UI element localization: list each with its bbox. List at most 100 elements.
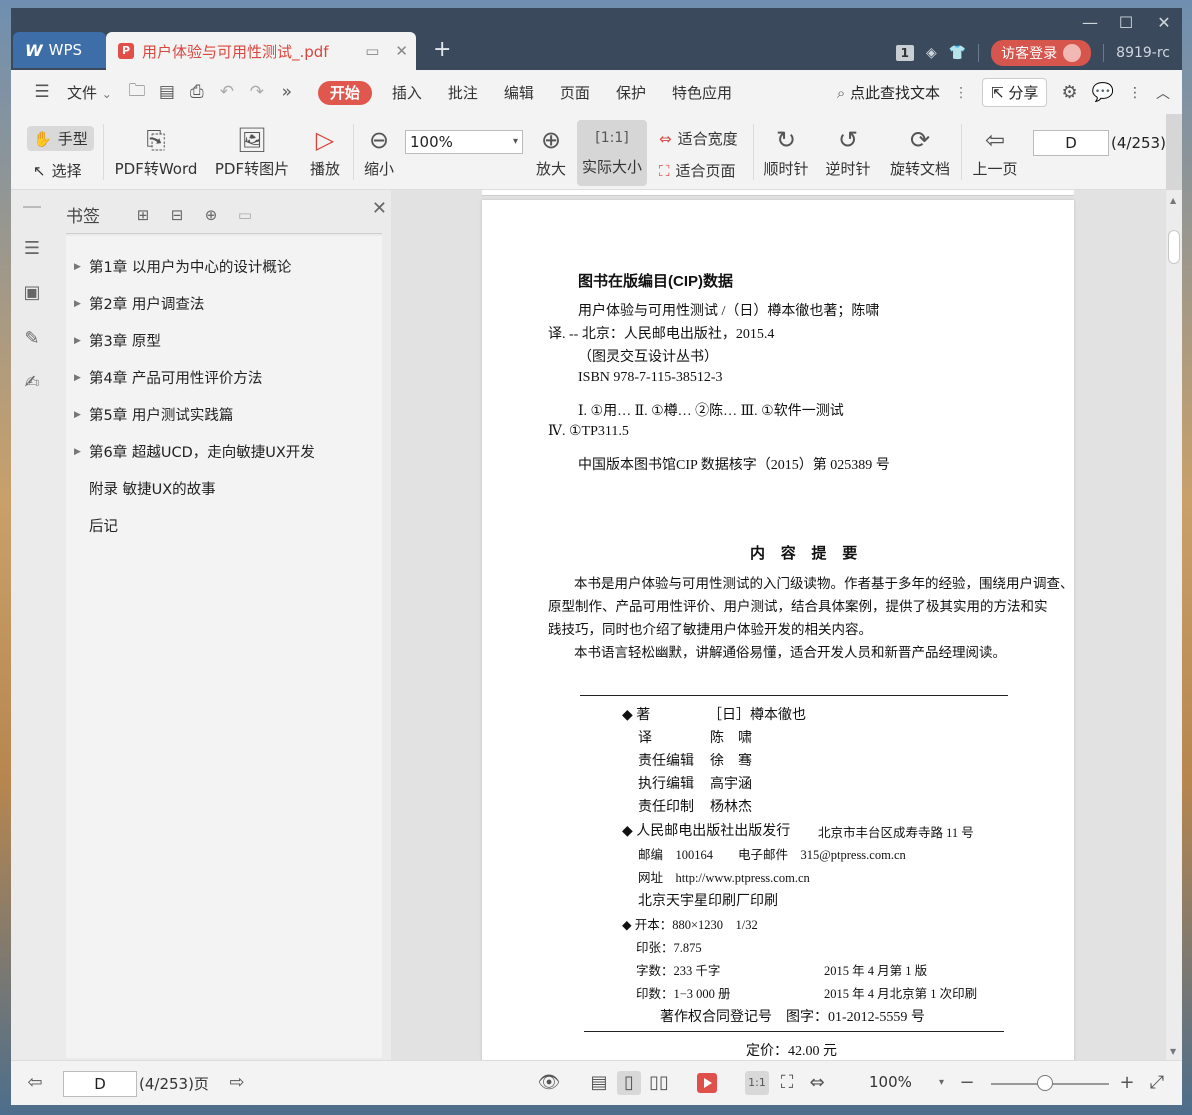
skin-icon[interactable]: ◈ <box>926 45 937 61</box>
tab-insert[interactable]: 插入 <box>382 82 432 103</box>
close-panel-icon[interactable]: ✕ <box>372 198 387 219</box>
more-arrows-icon[interactable]: » <box>272 82 302 102</box>
prev-page-button[interactable]: ⇦ 上一页 <box>967 122 1023 179</box>
collapse-all-icon[interactable]: ⊟ <box>160 206 194 224</box>
tab-page[interactable]: 页面 <box>544 82 600 103</box>
actual-size-button[interactable]: [1:1] 实际大小 <box>577 120 647 186</box>
scroll-up-icon[interactable]: ▲ <box>1170 196 1176 205</box>
bookmark-item[interactable]: ▶ 第2章 用户调查法 <box>66 285 382 322</box>
fullscreen-icon[interactable]: ⤢ <box>1145 1071 1169 1095</box>
zoom-out-button[interactable]: ⊖ 缩小 <box>357 122 401 179</box>
select-tool-button[interactable]: ↖ 选择 <box>33 160 82 181</box>
expand-arrow-icon[interactable]: ▶ <box>66 336 89 346</box>
eye-protection-icon[interactable]: 👁 <box>537 1071 561 1095</box>
actual-size-status-icon[interactable]: 1:1 <box>745 1071 769 1095</box>
fit-page-status-icon[interactable]: ⛶ <box>775 1071 799 1095</box>
status-zoom-value[interactable]: 100% <box>869 1073 912 1091</box>
signature-icon[interactable]: ✍ <box>21 372 43 394</box>
undo-icon[interactable]: ↶ <box>212 82 242 102</box>
slideshow-play-icon[interactable] <box>697 1073 717 1093</box>
tab-edit[interactable]: 编辑 <box>488 82 544 103</box>
more-vertical-icon[interactable]: ⋮ <box>954 85 968 101</box>
close-window-icon[interactable]: ✕ <box>1152 13 1176 32</box>
document-view[interactable]: 图书在版编目(CIP)数据 用户体验与可用性测试 /（日）樽本徹也著；陈啸 译.… <box>391 190 1167 1060</box>
tab-special-apps[interactable]: 特色应用 <box>656 82 742 103</box>
page-number-input[interactable]: D <box>1033 130 1109 156</box>
ribbon-scroll-right[interactable] <box>1166 114 1182 190</box>
window-count-badge[interactable]: 1 <box>895 45 914 61</box>
hamburger-menu-icon[interactable]: ☰ <box>27 82 57 102</box>
open-folder-icon[interactable]: 🗀 <box>122 78 152 107</box>
bookmark-list-icon[interactable]: ☰ <box>21 238 43 260</box>
fit-width-button[interactable]: ⇔ 适合宽度 <box>659 128 738 149</box>
zoom-in-status-icon[interactable]: + <box>1115 1071 1139 1095</box>
tab-annotate[interactable]: 批注 <box>432 82 488 103</box>
two-page-view-icon[interactable]: ▯▯ <box>647 1071 671 1095</box>
collapse-ribbon-icon[interactable]: ︿ <box>1156 83 1170 103</box>
tab-protect[interactable]: 保护 <box>600 82 656 103</box>
bookmark-item[interactable]: ▶ 第6章 超越UCD，走向敏捷UX开发 <box>66 433 382 470</box>
comment-icon[interactable]: 💬 <box>1092 82 1114 103</box>
login-button[interactable]: 访客登录 <box>991 40 1092 66</box>
next-page-arrow-icon[interactable]: ⇨ <box>225 1071 249 1095</box>
rotate-clockwise-button[interactable]: ↻ 顺时针 <box>759 122 813 179</box>
pin-tab-icon[interactable]: ▭ <box>365 42 379 60</box>
expand-arrow-icon[interactable]: ▶ <box>66 299 89 309</box>
continuous-view-icon[interactable]: ▤ <box>587 1071 611 1095</box>
expand-all-icon[interactable]: ⊞ <box>126 206 160 224</box>
minimize-icon[interactable]: — <box>1078 13 1102 32</box>
single-page-view-icon[interactable]: ▯ <box>617 1071 641 1095</box>
pdf-to-word-button[interactable]: ⎘ PDF转Word <box>111 122 201 179</box>
vertical-scrollbar[interactable]: ▲ ▼ <box>1166 190 1182 1060</box>
scroll-thumb[interactable] <box>1168 230 1180 264</box>
kebab-menu-icon[interactable]: ⋮ <box>1128 85 1142 101</box>
hand-tool-button[interactable]: ✋ 手型 <box>27 126 94 151</box>
zoom-dropdown-icon[interactable]: ▾ <box>939 1077 944 1088</box>
bookmark-item[interactable]: ▶ 第5章 用户测试实践篇 <box>66 396 382 433</box>
shirt-icon[interactable]: 👕 <box>949 45 966 61</box>
status-page-input[interactable]: D <box>63 1071 137 1097</box>
cip-line: 译. -- 北京：人民邮电出版社，2015.4 <box>548 327 775 342</box>
tab-wps-label: WPS <box>48 41 83 59</box>
zoom-in-button[interactable]: ⊕ 放大 <box>529 122 573 179</box>
bookmark-item[interactable]: ▶ 第4章 产品可用性评价方法 <box>66 359 382 396</box>
tab-start[interactable]: 开始 <box>308 80 382 105</box>
tab-wps-home[interactable]: W WPS <box>13 32 106 68</box>
play-button[interactable]: ▷ 播放 <box>303 122 347 179</box>
search-find-text[interactable]: ⌕ 点此查找文本 <box>837 82 940 103</box>
expand-arrow-icon[interactable]: ▶ <box>66 447 89 457</box>
expand-arrow-icon[interactable]: ▶ <box>66 410 89 420</box>
expand-arrow-icon[interactable]: ▶ <box>66 262 89 272</box>
fit-page-button[interactable]: ⛶ 适合页面 <box>659 160 736 181</box>
pdf-to-image-button[interactable]: 🖼 PDF转图片 <box>207 122 297 179</box>
bookmark-item[interactable]: 后记 <box>66 507 382 544</box>
fit-width-status-icon[interactable]: ⇔ <box>805 1071 829 1095</box>
annotation-icon[interactable]: ✎ <box>21 328 43 350</box>
maximize-icon[interactable]: ☐ <box>1114 13 1138 32</box>
rotate-counter-clockwise-button[interactable]: ↺ 逆时针 <box>821 122 875 179</box>
bookmark-options-icon[interactable]: ▭ <box>228 206 262 224</box>
bookmark-item[interactable]: 附录 敏捷UX的故事 <box>66 470 382 507</box>
prev-page-arrow-icon[interactable]: ⇦ <box>23 1071 47 1095</box>
zoom-out-status-icon[interactable]: − <box>955 1071 979 1095</box>
rotate-document-button[interactable]: ⟳ 旋转文档 <box>885 122 955 179</box>
menu-file[interactable]: 文件 ⌄ <box>57 82 122 103</box>
settings-gear-icon[interactable]: ⚙ <box>1061 82 1077 103</box>
share-button[interactable]: ⇱ 分享 <box>982 78 1048 107</box>
tab-document[interactable]: P 用户体验与可用性测试_.pdf ▭ ✕ <box>106 32 416 70</box>
redo-icon[interactable]: ↷ <box>242 82 272 102</box>
expand-arrow-icon[interactable]: ▶ <box>66 373 89 383</box>
divider <box>978 44 980 62</box>
save-icon[interactable]: ▤ <box>152 82 182 102</box>
new-tab-icon[interactable]: + <box>433 37 451 62</box>
thumbnail-icon[interactable]: ▣ <box>21 282 43 304</box>
add-bookmark-icon[interactable]: ⊕ <box>194 206 228 224</box>
close-tab-icon[interactable]: ✕ <box>395 42 408 60</box>
zoom-slider-knob[interactable] <box>1037 1075 1053 1091</box>
zoom-select[interactable]: 100% ▾ <box>405 130 523 154</box>
credit-name: 杨林杰 <box>710 800 752 815</box>
scroll-down-icon[interactable]: ▼ <box>1170 1047 1176 1056</box>
bookmark-item[interactable]: ▶ 第3章 原型 <box>66 322 382 359</box>
print-icon[interactable]: ⎙ <box>182 82 212 102</box>
bookmark-item[interactable]: ▶ 第1章 以用户为中心的设计概论 <box>66 248 382 285</box>
